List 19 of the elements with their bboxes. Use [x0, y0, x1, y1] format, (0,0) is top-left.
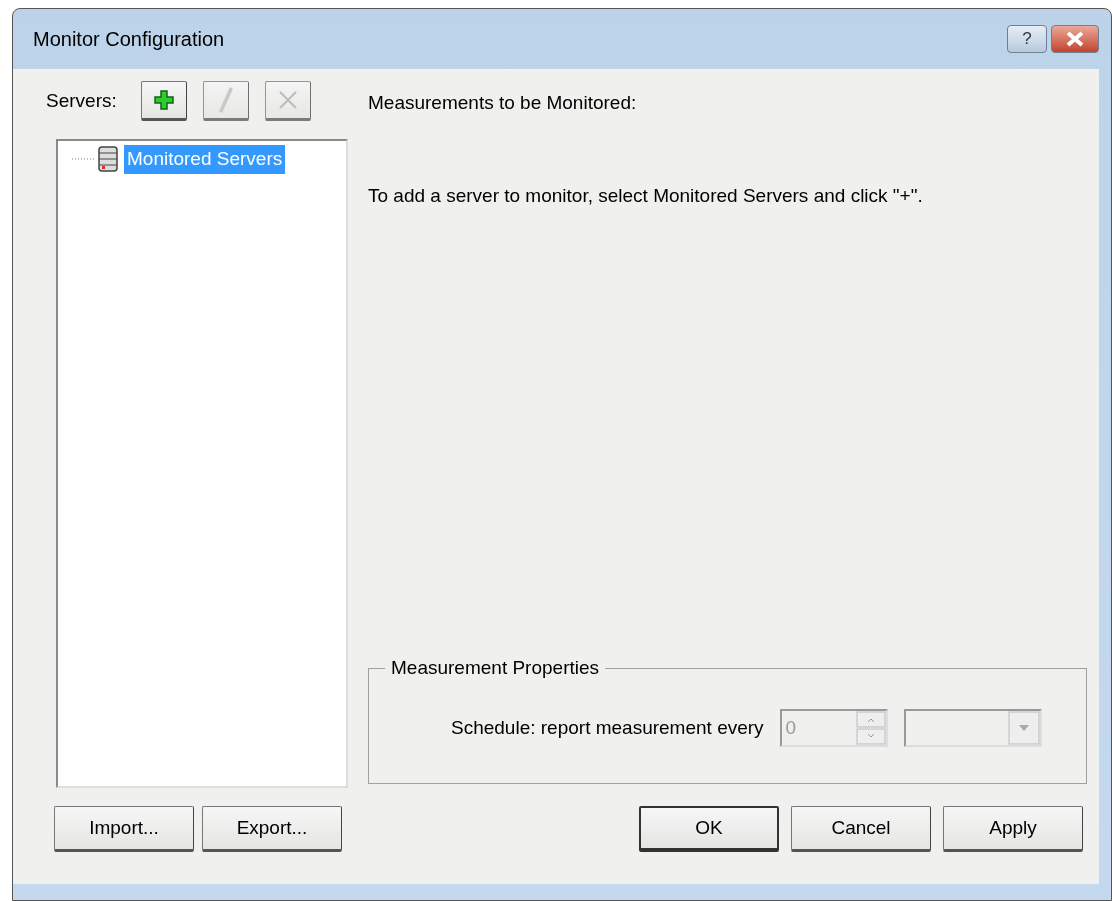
dialog-button[interactable]: Apply — [943, 806, 1083, 852]
measurements-label: Measurements to be Monitored: — [368, 91, 638, 115]
add-icon — [152, 89, 175, 111]
server-icon — [96, 146, 120, 173]
add-button[interactable] — [140, 81, 187, 121]
hint-text: To add a server to monitor, select Monitored Servers and click "+". — [368, 183, 924, 208]
dialog-button[interactable]: Cancel — [791, 806, 931, 852]
window-title: Monitor Configuration — [33, 27, 226, 52]
schedule-label: Schedule: report measurement every — [451, 715, 764, 740]
tree-line — [72, 157, 96, 162]
delete-icon — [276, 89, 299, 111]
dialog-button[interactable]: Import... — [54, 806, 194, 852]
help-button[interactable]: ? — [1007, 25, 1047, 53]
close-icon — [1064, 31, 1086, 47]
close-button[interactable] — [1051, 25, 1099, 53]
dialog-button[interactable]: OK — [639, 806, 779, 852]
dialog-button[interactable]: Export... — [202, 806, 342, 852]
servers-label: Servers: — [46, 88, 117, 113]
pencil-icon — [217, 86, 234, 114]
